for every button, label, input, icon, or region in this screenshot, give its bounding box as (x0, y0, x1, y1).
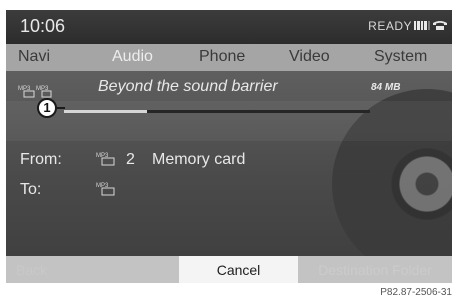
tab-navi[interactable]: Navi (18, 48, 50, 66)
tab-system[interactable]: System (374, 48, 427, 66)
head-unit-screen: 10:06 READY Navi Audio Phone Video Syste… (6, 10, 452, 283)
tab-phone[interactable]: Phone (199, 48, 245, 66)
signal-icon (414, 21, 431, 30)
cancel-button[interactable]: Cancel (179, 256, 298, 283)
tab-audio[interactable]: Audio (112, 48, 153, 66)
copy-progress-fill (64, 110, 147, 113)
back-button[interactable]: Back (6, 256, 179, 283)
source-number: 2 (126, 151, 135, 168)
callout-leader (57, 107, 65, 109)
destination-folder-button[interactable]: Destination Folder (298, 256, 452, 283)
to-label: To: (20, 181, 42, 198)
button-bar: Back Cancel Destination Folder (6, 256, 452, 283)
status-bar: 10:06 READY (6, 10, 452, 44)
destination-mp3-folder-icon: MP3 (96, 183, 115, 196)
callout-marker: 1 (37, 98, 57, 118)
selected-track-row[interactable] (6, 101, 452, 141)
mp3-folder-icon: MP3 MP3 (18, 86, 52, 98)
source-name: Memory card (152, 151, 246, 168)
clock: 10:06 (20, 16, 66, 36)
source-mp3-folder-icon: MP3 (96, 153, 115, 166)
tab-video[interactable]: Video (289, 48, 330, 66)
main-menu: Navi Audio Phone Video System (6, 44, 452, 71)
from-label: From: (20, 151, 62, 168)
phone-icon (433, 21, 447, 30)
figure-reference: P82.87-2506-31 (380, 287, 452, 298)
file-size: 84 MB (371, 82, 401, 93)
track-title: Beyond the sound barrier (98, 78, 278, 95)
status-text: READY (368, 19, 412, 33)
copy-content-area: MP3 MP3 Beyond the sound barrier 84 MB 1… (6, 71, 452, 279)
copy-progress-bar (64, 110, 370, 113)
